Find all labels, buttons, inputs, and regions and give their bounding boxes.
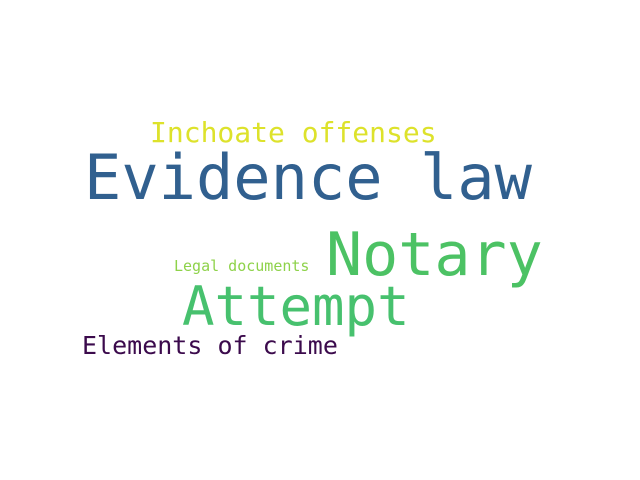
word-inchoate-offenses: Inchoate offenses	[150, 116, 437, 149]
word-evidence-law: Evidence law	[84, 141, 532, 214]
word-cloud: Evidence law Notary Attempt Inchoate off…	[0, 0, 640, 480]
word-legal-documents: Legal documents	[174, 257, 310, 275]
word-elements-of-crime: Elements of crime	[82, 331, 338, 360]
word-attempt: Attempt	[182, 275, 410, 338]
